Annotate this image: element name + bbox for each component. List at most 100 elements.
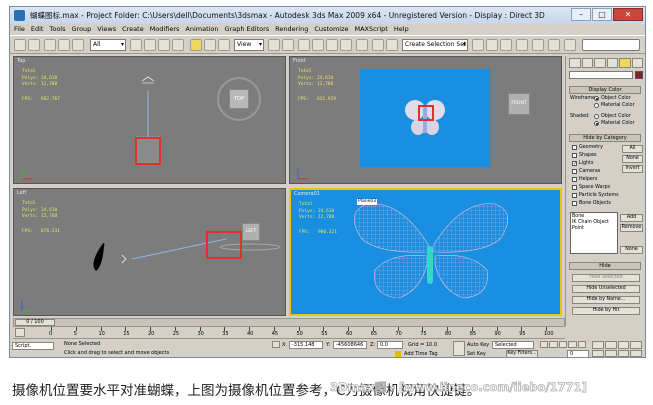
shapes-checkbox[interactable] [572,153,577,158]
add-button[interactable]: Add [620,214,643,222]
viewport-top[interactable]: Top Total Polys: 24,610 Verts: 12,788 FPS: … [13,56,286,184]
menu-help[interactable]: Help [394,24,409,35]
render-setup-icon[interactable] [532,39,544,51]
pan-icon[interactable] [604,349,617,357]
selection-filter-dropdown[interactable]: All [90,39,126,51]
object-name-field[interactable] [569,71,633,79]
current-frame-field[interactable]: 0 [567,350,589,357]
menu-edit[interactable]: Edit [31,24,44,35]
shaded-object-color-radio[interactable] [594,114,599,119]
zoom-icon[interactable] [592,341,604,349]
x-coordinate-field[interactable]: -315.148 [289,341,323,349]
percent-snap-icon[interactable] [326,39,338,51]
field-of-view-icon[interactable] [592,349,604,357]
z-coordinate-field[interactable]: 0.0 [377,341,403,349]
align-icon[interactable] [386,39,398,51]
menu-animation[interactable]: Animation [185,24,218,35]
viewport-camera[interactable]: Camera01 Total Polys: 24,610 Verts: 12,788… [289,188,562,316]
pivot-center-icon[interactable] [268,39,280,51]
set-key-button[interactable]: Set Key [467,351,486,357]
snaps-toggle-icon[interactable] [298,39,310,51]
viewport-left[interactable]: Left Total Polys: 24,610 Verts: 12,788 FPS:… [13,188,286,316]
bone-objects-checkbox[interactable] [572,201,577,206]
maximize-button[interactable]: □ [592,8,612,21]
previous-frame-icon[interactable] [549,341,558,348]
next-frame-icon[interactable] [568,341,577,348]
link-icon[interactable] [44,39,56,51]
command-panel-name-field[interactable] [582,39,640,51]
menu-modifiers[interactable]: Modifiers [150,24,180,35]
set-key-icon[interactable] [453,341,465,356]
reference-coordinate-dropdown[interactable]: View [234,39,264,51]
viewcube[interactable]: TOP [229,89,249,109]
maximize-viewport-icon[interactable] [630,349,642,357]
viewport-front[interactable]: Front Total Polys: 24,610 Verts: 12,788 FPS… [289,56,562,184]
cameras-checkbox[interactable] [572,169,577,174]
menu-views[interactable]: Views [97,24,116,35]
minimize-button[interactable]: – [571,8,591,21]
orbit-icon[interactable] [617,349,630,357]
viewcube[interactable]: FRONT [508,93,530,115]
menu-rendering[interactable]: Rendering [275,24,308,35]
particle-systems-checkbox[interactable] [572,193,577,198]
list-none-button[interactable]: None [620,246,643,254]
zoom-extents-icon[interactable] [617,341,630,349]
y-coordinate-field[interactable]: -45608646 [333,341,367,349]
frame-counter[interactable]: 0 / 100 [15,319,55,326]
helpers-checkbox[interactable] [572,177,577,182]
geometry-checkbox[interactable] [572,145,577,150]
lock-selection-icon[interactable] [272,341,280,348]
lights-checkbox[interactable]: ✓ [572,161,577,167]
hide-by-category-rollout[interactable]: Hide by Category [569,134,641,142]
create-tab-icon[interactable] [569,58,581,68]
undo-icon[interactable] [14,39,26,51]
layer-manager-icon[interactable] [472,39,484,51]
select-object-icon[interactable] [130,39,142,51]
menu-tools[interactable]: Tools [49,24,65,35]
menu-group[interactable]: Group [72,24,92,35]
rectangle-selection-icon[interactable] [158,39,170,51]
close-button[interactable]: ✕ [613,8,643,21]
spinner-snap-icon[interactable] [340,39,352,51]
wireframe-object-color-radio[interactable] [594,96,599,101]
mini-curve-editor-icon[interactable] [15,328,25,337]
all-button[interactable]: All [622,145,643,153]
unlink-icon[interactable] [58,39,70,51]
go-to-end-icon[interactable] [577,341,587,348]
modify-tab-icon[interactable] [581,58,593,68]
hide-by-name-button[interactable]: Hide by Name... [572,296,640,304]
none-button[interactable]: None [622,155,643,163]
render-production-icon[interactable] [564,39,576,51]
edit-named-selection-icon[interactable] [356,39,368,51]
zoom-all-icon[interactable] [604,341,617,349]
hide-by-hit-button[interactable]: Hide by Hit [572,307,640,315]
material-editor-icon[interactable] [516,39,528,51]
hide-unselected-button[interactable]: Hide Unselected [572,285,640,293]
bind-space-warp-icon[interactable] [72,39,84,51]
go-to-start-icon[interactable] [540,341,549,348]
zoom-extents-all-icon[interactable] [630,341,642,349]
angle-snap-icon[interactable] [312,39,324,51]
hide-rollout[interactable]: Hide [569,262,641,270]
key-filters-button[interactable]: Key Filters... [506,350,538,357]
menu-graph-editors[interactable]: Graph Editors [225,24,270,35]
menu-create[interactable]: Create [122,24,144,35]
shaded-material-color-radio[interactable] [594,121,599,126]
redo-icon[interactable] [28,39,40,51]
remove-button[interactable]: Remove [620,224,643,232]
display-tab-icon[interactable] [619,58,631,68]
list-item[interactable]: Point [572,226,584,232]
rotate-icon[interactable] [204,39,216,51]
key-mode-dropdown[interactable]: Selected [492,341,534,349]
motion-tab-icon[interactable] [606,58,618,68]
utilities-tab-icon[interactable] [631,58,643,68]
viewcube[interactable]: LEFT [242,223,260,241]
rendered-frame-window-icon[interactable] [548,39,560,51]
move-icon[interactable] [190,39,202,51]
menu-file[interactable]: File [14,24,25,35]
hierarchy-tab-icon[interactable] [594,58,606,68]
space-warps-checkbox[interactable] [572,185,577,190]
wireframe-material-color-radio[interactable] [594,103,599,108]
schematic-view-icon[interactable] [500,39,512,51]
auto-key-button[interactable]: Auto Key [467,342,489,348]
